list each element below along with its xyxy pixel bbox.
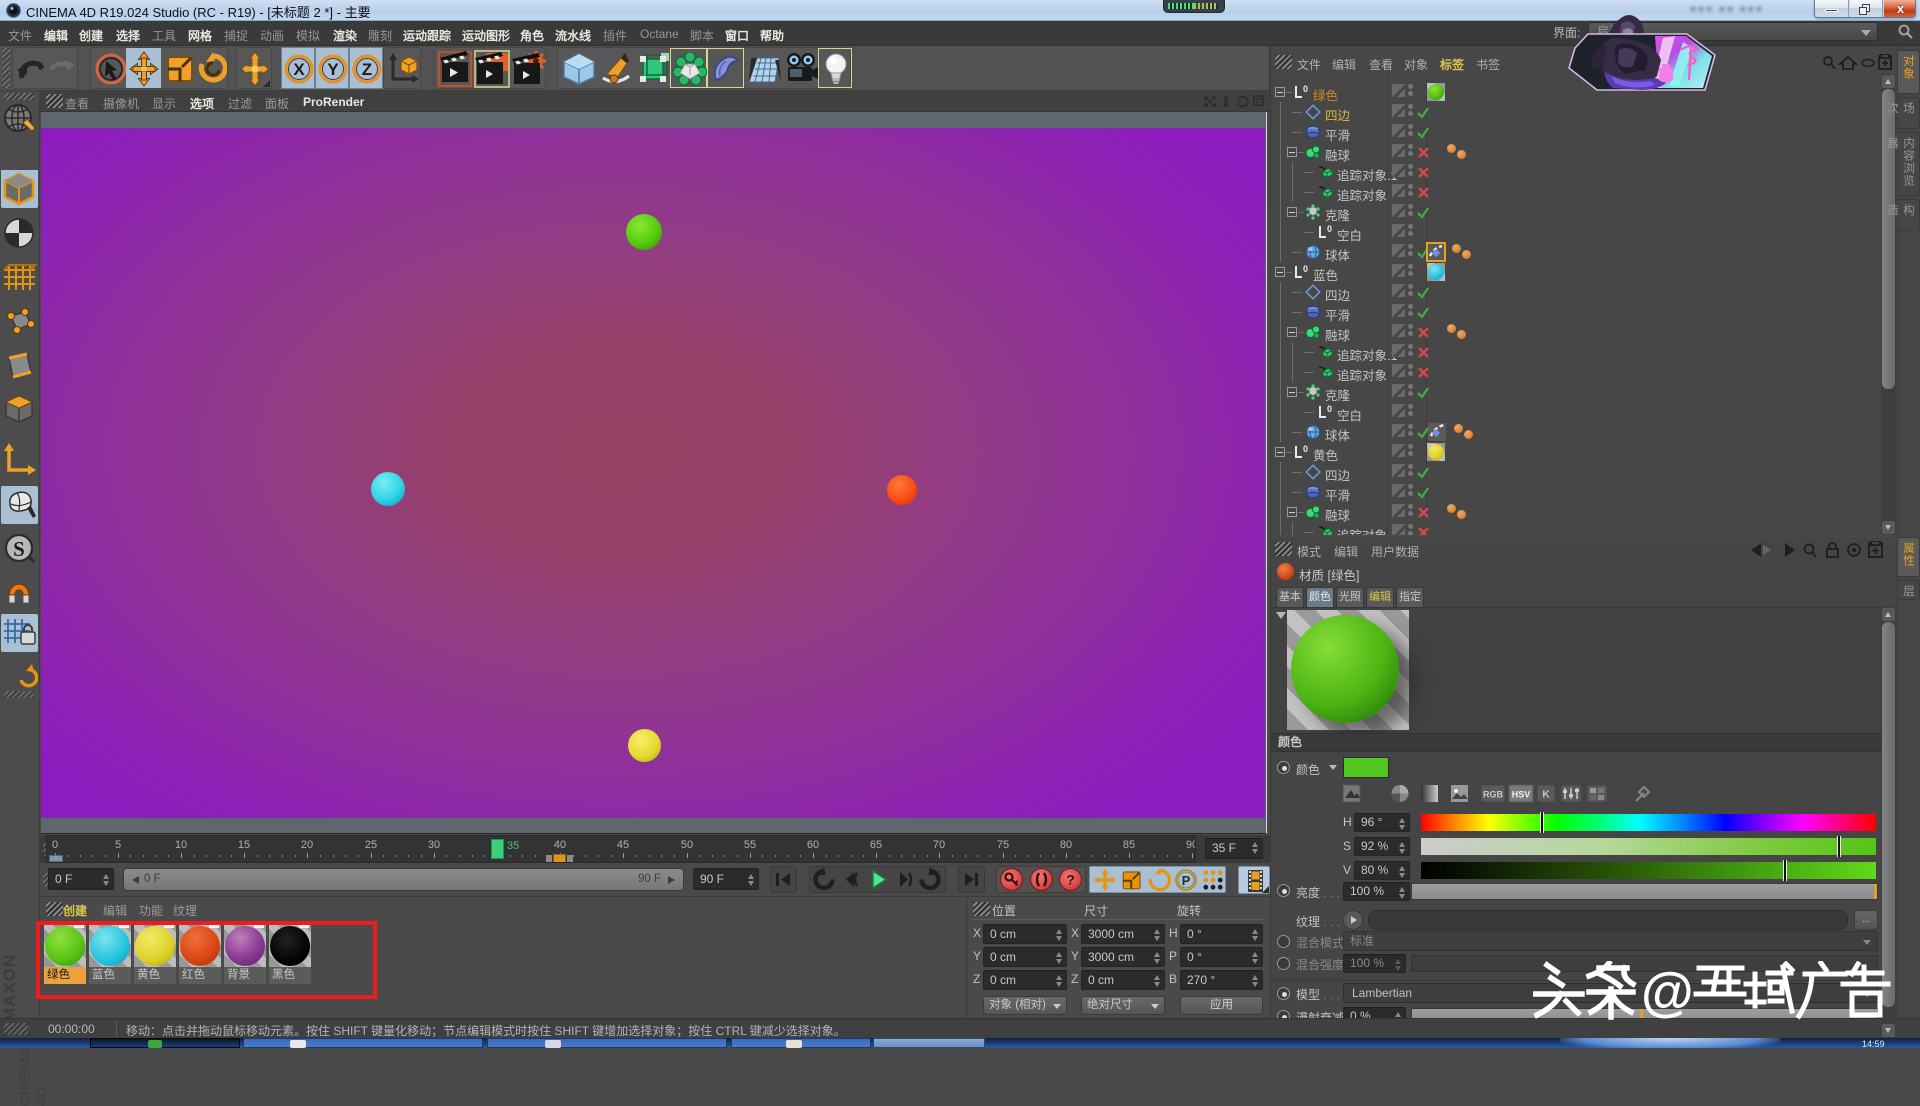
svg-text:Z: Z	[362, 60, 372, 79]
svg-text:0: 0	[1303, 84, 1308, 94]
svg-text:0: 0	[1327, 224, 1332, 234]
svg-text:S: S	[13, 537, 25, 561]
svg-text:HSV: HSV	[1512, 790, 1531, 800]
svg-text:0: 0	[1303, 444, 1308, 454]
svg-text:@: @	[1641, 962, 1694, 1021]
svg-text:Y: Y	[327, 60, 339, 79]
svg-text:0: 0	[1303, 264, 1308, 274]
svg-text:P: P	[1182, 873, 1191, 888]
svg-text:K: K	[1542, 790, 1550, 801]
svg-text:RGB: RGB	[1483, 790, 1504, 800]
svg-text:0: 0	[1327, 404, 1332, 414]
svg-text:?: ?	[1066, 872, 1075, 888]
svg-text:X: X	[293, 60, 305, 79]
